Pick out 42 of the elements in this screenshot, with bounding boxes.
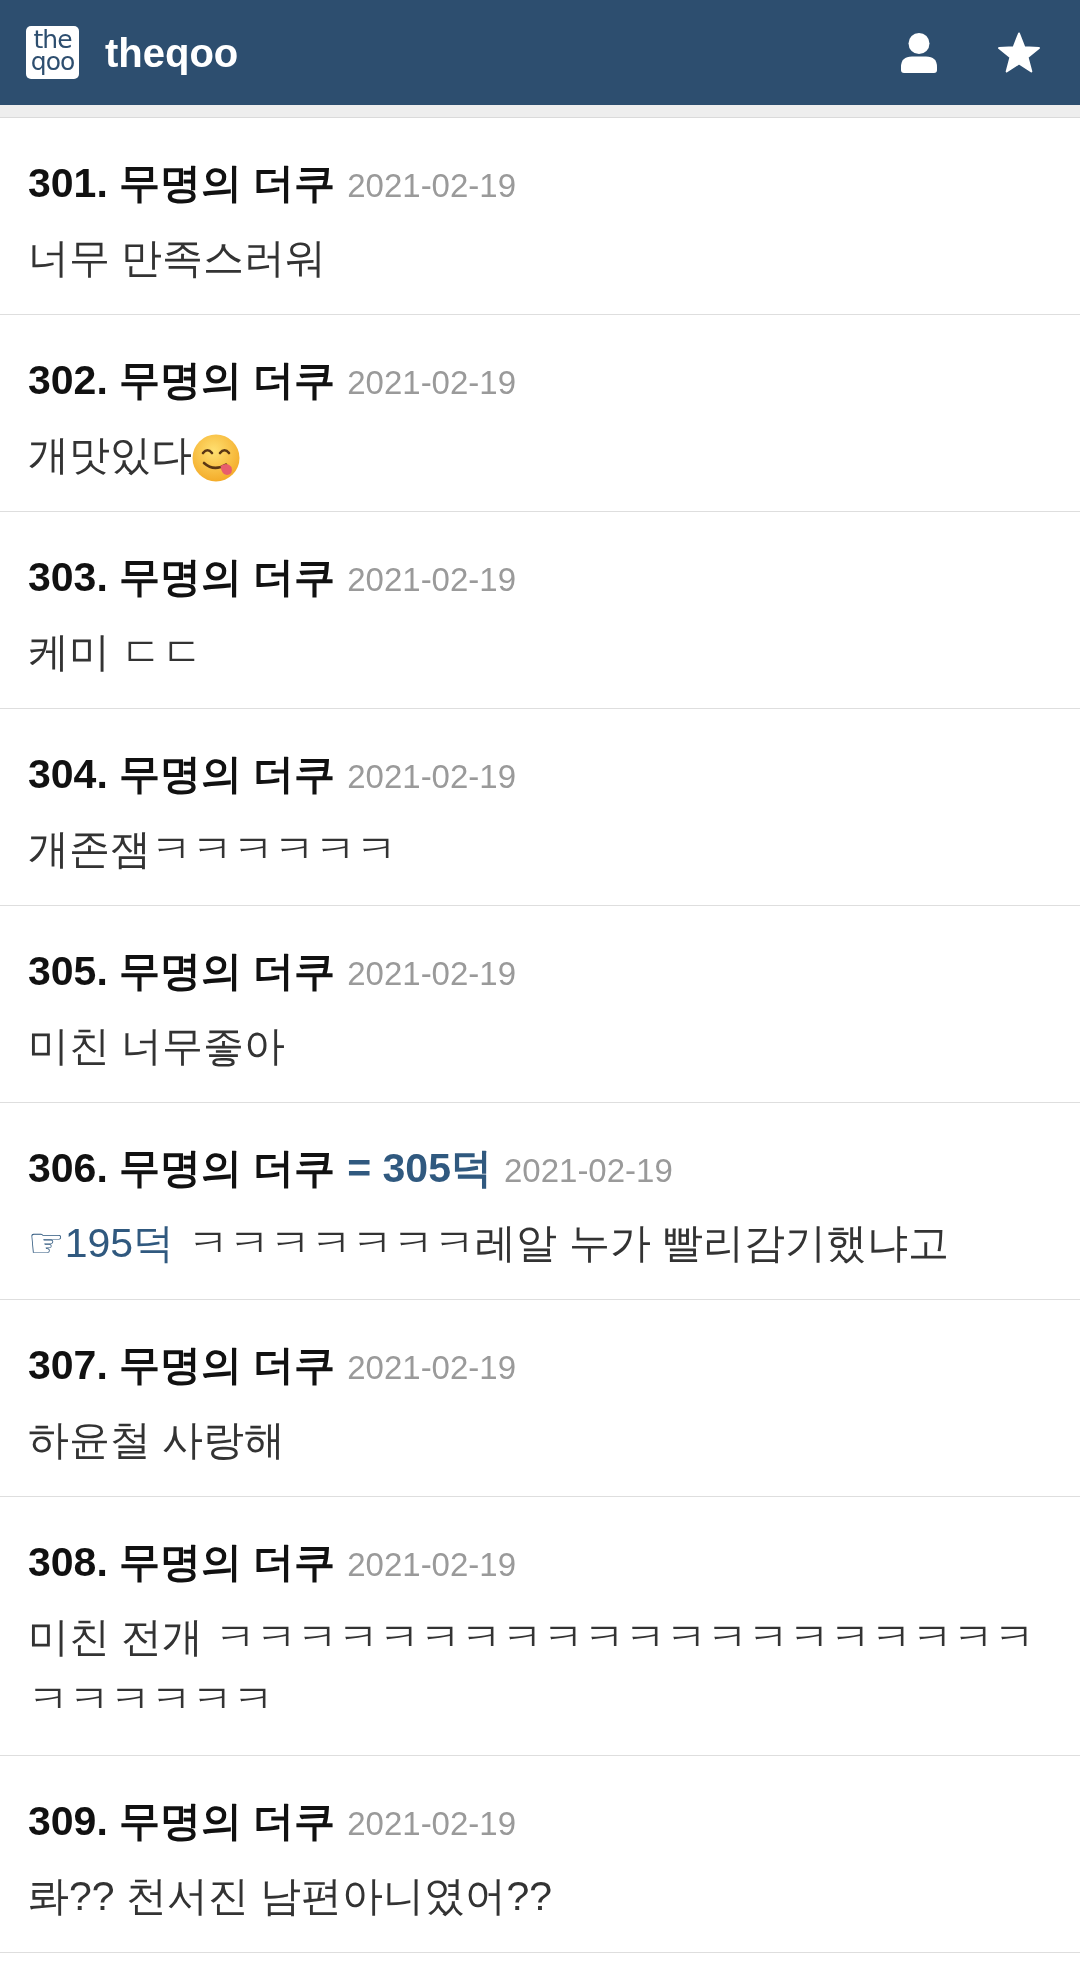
comment-text: 개존잼ㅋㅋㅋㅋㅋㅋ [28,826,397,872]
comment-number: 304. [28,750,108,799]
comment-text: 하윤철 사랑해 [28,1417,286,1463]
author-name: 무명의 더쿠 [118,159,336,208]
reply-link[interactable]: ☞195덕 [28,1220,175,1266]
author-name: 무명의 더쿠 [118,356,336,405]
author-name: 무명의 더쿠 [118,1538,336,1587]
comment-text: 너무 만족스러워 [28,235,327,281]
author-name: 무명의 더쿠 [118,1341,336,1390]
comment-text: 미친 전개 ㅋㅋㅋㅋㅋㅋㅋㅋㅋㅋㅋㅋㅋㅋㅋㅋㅋㅋㅋㅋㅋㅋㅋㅋㅋㅋ [28,1614,1035,1722]
comment-number: 305. [28,947,108,996]
comment-date: 2021-02-19 [347,1804,517,1844]
comment-date: 2021-02-19 [347,560,517,600]
comment-number: 302. [28,356,108,405]
site-logo[interactable]: the qoo [26,26,79,79]
comment-date: 2021-02-19 [347,757,517,797]
comment-date: 2021-02-19 [347,166,517,206]
author-name: 무명의 더쿠 [118,1144,336,1193]
comment-text: 롸?? 천서진 남편아니였어?? [28,1873,552,1919]
comment-text: ☞195덕 ㅋㅋㅋㅋㅋㅋㅋ레알 누가 빨리감기했냐고 [28,1220,949,1266]
author-name: 무명의 더쿠 [118,750,336,799]
comment-number: 308. [28,1538,108,1587]
comment-text: 개맛있다 [28,432,192,478]
author-name: 무명의 더쿠 [118,947,336,996]
comment-date: 2021-02-19 [347,1545,517,1585]
comment-date: 2021-02-19 [503,1151,673,1191]
author-name: 무명의 더쿠 [118,1797,336,1846]
comment-date: 2021-02-19 [347,1348,517,1388]
star-icon[interactable] [997,31,1041,74]
comment-date: 2021-02-19 [347,954,517,994]
comment-number: 309. [28,1797,108,1846]
user-icon[interactable] [900,32,938,73]
comment-number: 307. [28,1341,108,1390]
site-name[interactable]: theqoo [105,27,239,78]
comment-number: 306. [28,1144,108,1193]
comment-number: 303. [28,553,108,602]
same-author-link[interactable]: = 305덕 [347,1140,492,1196]
comment-date: 2021-02-19 [347,363,517,403]
comment-text: 케미 ㄷㄷ [28,629,204,675]
comment-text: 미친 너무좋아 [28,1023,286,1069]
author-name: 무명의 더쿠 [118,553,336,602]
comment-number: 301. [28,159,108,208]
